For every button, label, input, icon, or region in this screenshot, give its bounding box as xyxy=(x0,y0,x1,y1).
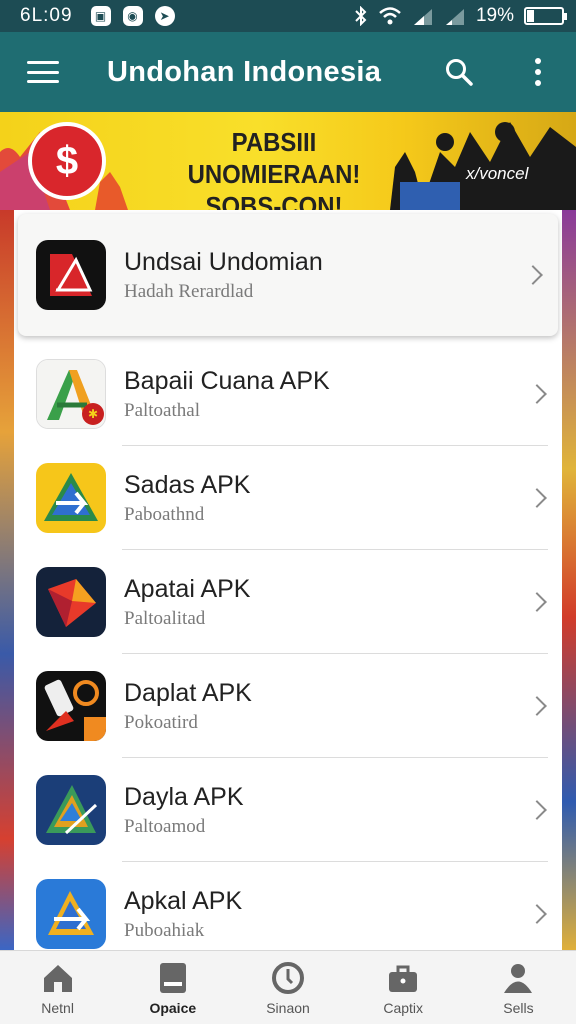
home-icon xyxy=(43,964,72,992)
chevron-right-icon xyxy=(527,696,547,716)
nav-item-captix[interactable]: Captix xyxy=(346,951,461,1024)
status-bar: 6L:09 ▣ ◉ ➤ 19% xyxy=(0,0,576,32)
nav-label: Netnl xyxy=(41,999,74,1016)
background-decoration-right xyxy=(562,210,576,950)
card-icon xyxy=(159,962,186,993)
app-name: Daplat APK xyxy=(124,679,252,707)
wifi-icon xyxy=(379,7,401,25)
app-subtitle: Paltoamod xyxy=(124,816,206,837)
black-phone-orange-icon xyxy=(36,671,106,741)
person-icon xyxy=(504,963,533,993)
background-decoration-left xyxy=(0,210,14,950)
app-name: Sadas APK xyxy=(124,471,251,499)
signal-icon xyxy=(413,9,432,25)
dark-red-a-icon xyxy=(36,240,106,310)
nav-label: Sinaon xyxy=(266,999,310,1016)
banner-headline: PABSIII UNOMIERAAN! SOBS-CON! xyxy=(145,126,403,210)
notification-app-icon: ▣ xyxy=(90,6,111,26)
blue-triangle-icon xyxy=(36,775,106,845)
signal-icon-2 xyxy=(445,9,464,25)
app-subtitle: Paboathnd xyxy=(124,504,205,525)
app-name: Apkal APK xyxy=(124,887,243,915)
list-item[interactable]: Sadas APK Paboathnd xyxy=(14,446,562,550)
promo-banner[interactable]: $ PABSIII UNOMIERAAN! SOBS-CON! x/voncel xyxy=(0,112,576,210)
list-item[interactable]: Dayla APK Paltoamod xyxy=(14,758,562,862)
nav-item-opaice[interactable]: Opaice xyxy=(115,951,230,1024)
nav-label: Sells xyxy=(503,999,534,1016)
more-vert-icon[interactable] xyxy=(534,58,542,86)
yellow-blue-arrow-icon xyxy=(36,463,106,533)
search-icon[interactable] xyxy=(445,58,473,86)
chevron-right-icon xyxy=(527,592,547,612)
chevron-right-icon xyxy=(527,904,547,924)
nav-label: Opaice xyxy=(149,999,197,1016)
banner-headline-line2: SOBS-CON! xyxy=(205,191,343,210)
chevron-right-icon xyxy=(527,384,547,404)
nav-item-sells[interactable]: Sells xyxy=(461,951,576,1024)
red-gem-icon xyxy=(36,567,106,637)
app-subtitle: Paltoalitad xyxy=(124,608,206,629)
nav-item-home[interactable]: Netnl xyxy=(0,951,115,1024)
battery-percent: 19% xyxy=(475,5,514,26)
notification-app-icon: ◉ xyxy=(122,6,143,26)
app-title: Undohan Indonesia xyxy=(107,55,382,88)
list-item[interactable]: Apatai APK Paltoalitad xyxy=(14,550,562,654)
briefcase-icon xyxy=(389,965,418,992)
notification-send-icon: ➤ xyxy=(154,6,175,26)
chevron-right-icon xyxy=(527,488,547,508)
app-name: Bapaii Cuana APK xyxy=(124,367,330,395)
menu-icon[interactable] xyxy=(27,61,59,83)
clock-icon xyxy=(272,961,304,994)
status-time: 6L:09 xyxy=(20,5,73,26)
bottom-navigation: Netnl Opaice Sinaon Captix Sells xyxy=(0,950,576,1024)
nav-item-sinaon[interactable]: Sinaon xyxy=(230,951,345,1024)
banner-tag: x/voncel xyxy=(466,164,529,183)
banner-logo: $ xyxy=(28,122,106,200)
app-name: Apatai APK xyxy=(124,575,251,603)
chevron-right-icon xyxy=(527,800,547,820)
app-list: Undsai Undomian Hadah Rerardlad ✱ Bapaii… xyxy=(14,210,562,950)
banner-headline-line1: PABSIII UNOMIERAAN! xyxy=(187,127,361,189)
bluetooth-icon xyxy=(355,6,367,26)
nav-label: Captix xyxy=(383,999,424,1016)
battery-icon xyxy=(524,7,567,25)
app-subtitle: Pokoatird xyxy=(124,712,198,733)
app-subtitle: Paltoathal xyxy=(124,400,200,421)
app-name: Dayla APK xyxy=(124,783,244,811)
app-subtitle: Puboahiak xyxy=(124,920,205,941)
list-item-featured[interactable]: Undsai Undomian Hadah Rerardlad xyxy=(18,214,558,336)
svg-text:✱: ✱ xyxy=(88,407,98,421)
list-item[interactable]: Daplat APK Pokoatird xyxy=(14,654,562,758)
blue-arrow-icon xyxy=(36,879,106,949)
list-item[interactable]: ✱ Bapaii Cuana APK Paltoathal xyxy=(14,342,562,446)
green-orange-a-icon: ✱ xyxy=(36,359,106,429)
app-bar: Undohan Indonesia xyxy=(0,32,576,112)
list-item[interactable]: Apkal APK Puboahiak xyxy=(14,862,562,950)
app-subtitle: Hadah Rerardlad xyxy=(124,281,254,302)
chevron-right-icon xyxy=(523,265,543,285)
app-name: Undsai Undomian xyxy=(124,248,323,276)
